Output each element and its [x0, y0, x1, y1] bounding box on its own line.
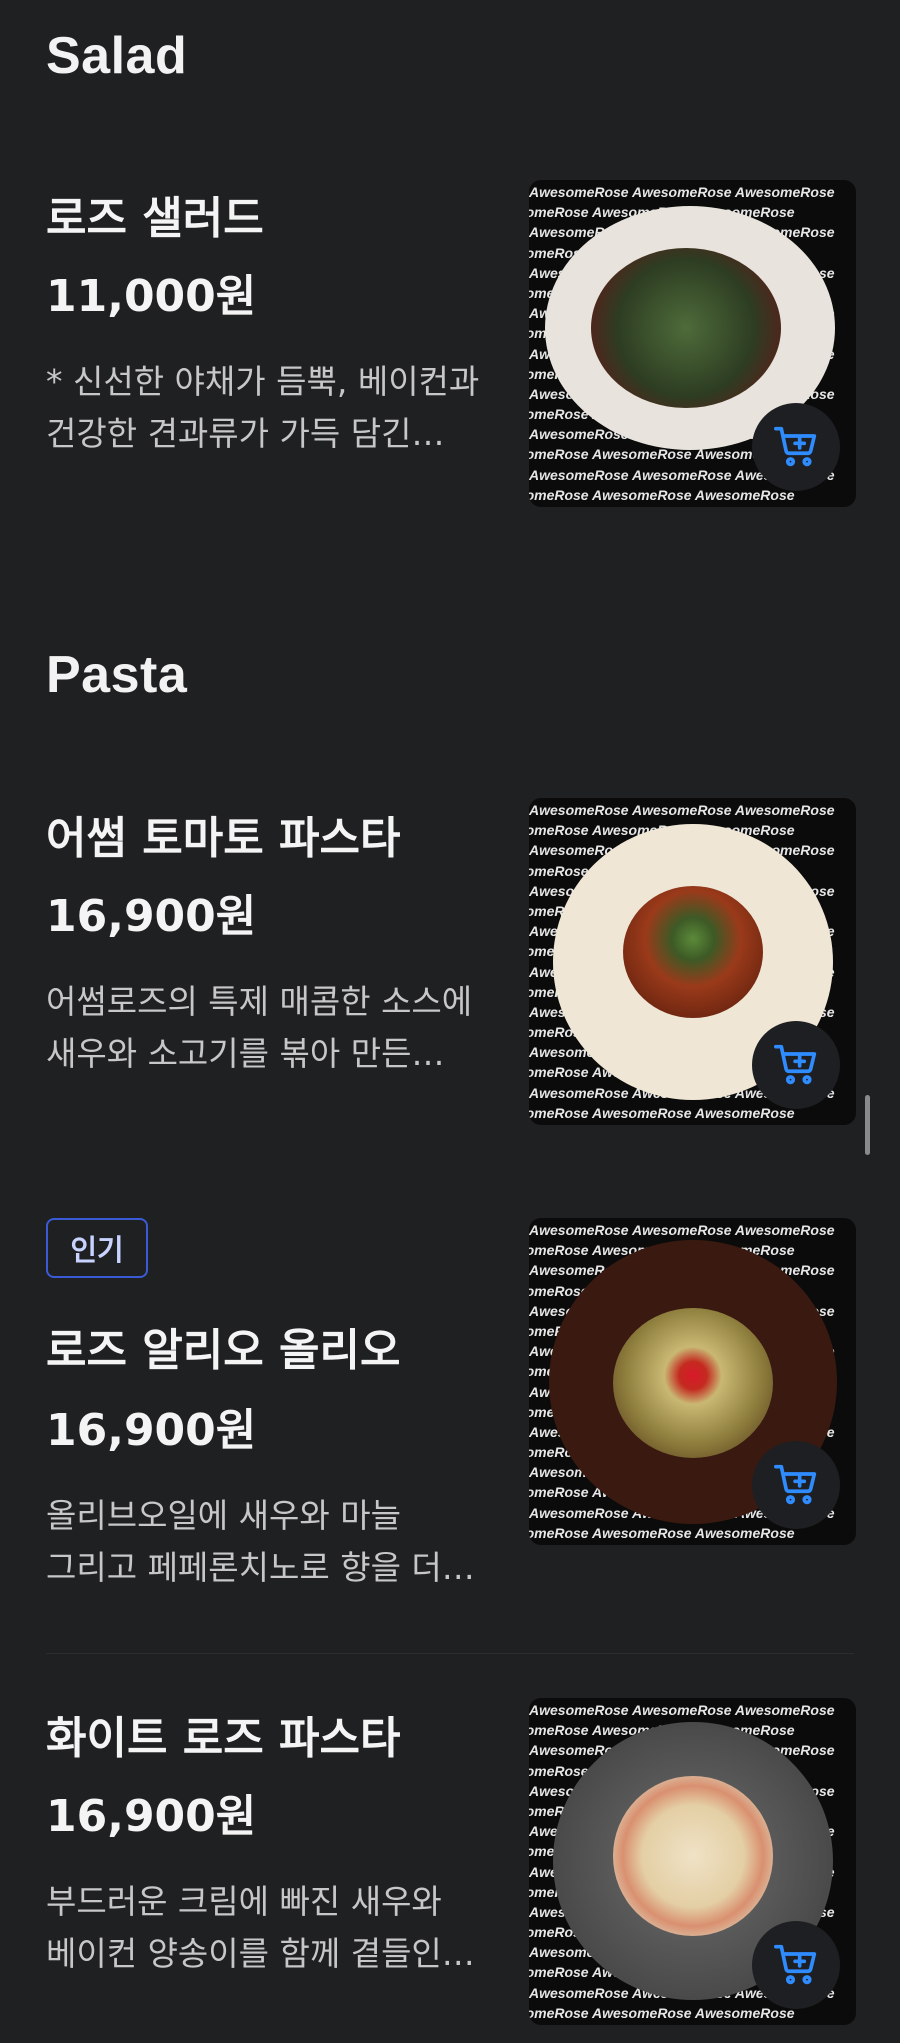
menu-item-rose-aglio-olio[interactable]: 인기 로즈 알리오 올리오 16,900원 올리브오일에 새우와 마늘 그리고 … [0, 1218, 900, 1587]
item-description: 올리브오일에 새우와 마늘 그리고 페페론치노로 향을 더한 파스타 [46, 1496, 473, 1587]
item-photo[interactable]: AwesomeRose AwesomeRose AwesomeRoseAweso… [529, 180, 856, 507]
section-title-pasta: Pasta [46, 646, 188, 704]
add-to-cart-icon [774, 1944, 817, 1985]
item-photo[interactable]: AwesomeRose AwesomeRose AwesomeRoseAweso… [529, 1698, 856, 2025]
item-description: * 신선한 야채가 듬뿍, 베이컨과 건강한 견과류가 가득 담긴 샐러드 [46, 362, 480, 453]
item-name: 화이트 로즈 파스타 [46, 1713, 401, 1764]
item-photo[interactable]: AwesomeRose AwesomeRose AwesomeRoseAweso… [529, 1218, 856, 1545]
add-to-cart-icon [774, 1044, 817, 1085]
item-price: 11,000원 [46, 271, 257, 322]
item-price: 16,900원 [46, 891, 257, 942]
cream-pasta-food [613, 1776, 773, 1936]
add-to-cart-button[interactable] [752, 1921, 840, 2009]
salad-food [591, 248, 781, 408]
add-to-cart-button[interactable] [752, 403, 840, 491]
item-price: 16,900원 [46, 1405, 257, 1456]
watermark-line: AwesomeRose AwesomeRose AwesomeRose [529, 184, 835, 200]
add-to-cart-button[interactable] [752, 1441, 840, 1529]
scrollbar[interactable] [865, 1095, 870, 1155]
watermark-line: AwesomeRose AwesomeRose AwesomeRose [529, 802, 835, 818]
item-description: 어썸로즈의 특제 매콤한 소스에 새우와 소고기를 볶아 만든 파스타 [46, 982, 473, 1073]
menu-item-white-rose-pasta[interactable]: 화이트 로즈 파스타 16,900원 부드러운 크림에 빠진 새우와 베이컨 양… [0, 1698, 900, 2028]
item-photo[interactable]: AwesomeRose AwesomeRose AwesomeRoseAweso… [529, 798, 856, 1125]
menu-item-rose-salad[interactable]: 로즈 샐러드 11,000원 * 신선한 야채가 듬뿍, 베이컨과 건강한 견과… [0, 178, 900, 508]
item-name: 어썸 토마토 파스타 [46, 813, 401, 864]
item-name: 로즈 알리오 올리오 [46, 1325, 401, 1376]
menu-item-awesome-tomato-pasta[interactable]: 어썸 토마토 파스타 16,900원 어썸로즈의 특제 매콤한 소스에 새우와 … [0, 798, 900, 1128]
add-to-cart-button[interactable] [752, 1021, 840, 1109]
item-price: 16,900원 [46, 1791, 257, 1842]
item-divider [46, 1653, 854, 1654]
watermark-line: AwesomeRose AwesomeRose AwesomeRose [529, 1222, 835, 1238]
add-to-cart-icon [774, 1464, 817, 1505]
aglio-olio-food [613, 1308, 773, 1458]
watermark-line: AwesomeRose AwesomeRose AwesomeRose [529, 1702, 835, 1718]
tomato-pasta-food [623, 886, 763, 1018]
item-name: 로즈 샐러드 [46, 193, 264, 244]
item-description: 부드러운 크림에 빠진 새우와 베이컨 양송이를 함께 곁들인 파스타 [46, 1882, 442, 1973]
section-title-salad: Salad [46, 27, 188, 85]
add-to-cart-icon [774, 426, 817, 467]
popular-badge: 인기 [46, 1218, 148, 1278]
